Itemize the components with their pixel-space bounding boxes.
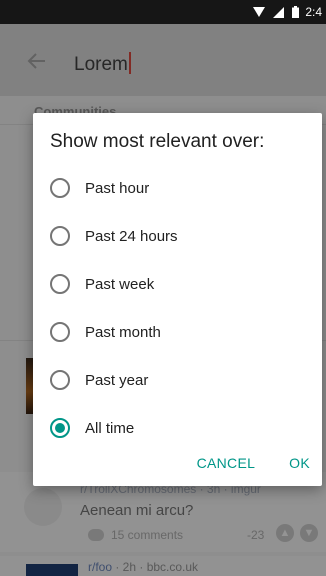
option-past-year[interactable]: Past year — [33, 358, 322, 402]
option-past-month[interactable]: Past month — [33, 310, 322, 354]
cell-signal-icon — [273, 6, 285, 18]
radio-button[interactable] — [50, 322, 70, 342]
radio-button[interactable] — [50, 370, 70, 390]
option-all-time[interactable]: All time — [33, 406, 322, 450]
radio-button-checked[interactable] — [50, 418, 70, 438]
option-label: Past hour — [85, 179, 150, 197]
dialog-actions: CANCEL OK — [197, 453, 322, 473]
cancel-button[interactable]: CANCEL — [197, 453, 256, 473]
option-label: Past week — [85, 275, 155, 293]
clock: 2:4 — [305, 5, 322, 19]
option-past-24-hours[interactable]: Past 24 hours — [33, 214, 322, 258]
option-past-hour[interactable]: Past hour — [33, 166, 322, 210]
radio-button[interactable] — [50, 178, 70, 198]
option-label: Past 24 hours — [85, 227, 178, 245]
status-bar: 2:4 — [0, 0, 326, 24]
radio-button[interactable] — [50, 226, 70, 246]
wifi-icon — [253, 7, 266, 17]
dialog-title: Show most relevant over: — [50, 131, 265, 152]
option-label: All time — [85, 419, 135, 437]
option-past-week[interactable]: Past week — [33, 262, 322, 306]
radio-button[interactable] — [50, 274, 70, 294]
battery-icon — [292, 6, 300, 18]
option-label: Past month — [85, 323, 161, 341]
option-label: Past year — [85, 371, 149, 389]
ok-button[interactable]: OK — [289, 453, 310, 473]
relevance-dialog: Show most relevant over: Past hour Past … — [33, 113, 322, 486]
